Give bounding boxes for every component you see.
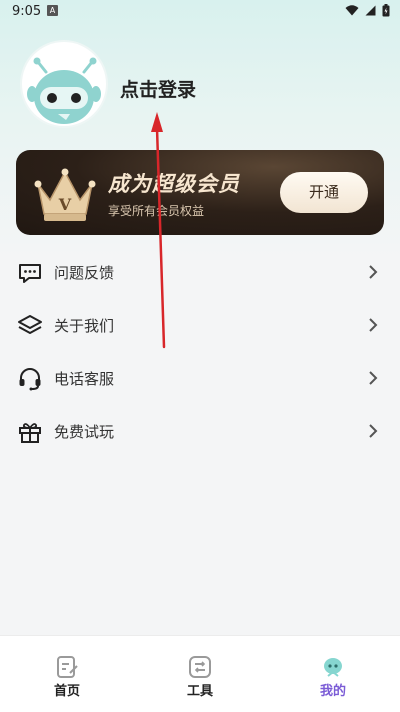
nav-tab-mine[interactable]: 我的 [266, 636, 400, 712]
menu-label-about: 关于我们 [54, 317, 115, 335]
robot-avatar-icon [27, 57, 101, 124]
vip-subtitle: 享受所有会员权益 [108, 204, 205, 218]
status-icons [345, 4, 390, 17]
feedback-icon [19, 264, 41, 283]
chevron-right-icon [369, 424, 378, 438]
home-doc-icon [57, 656, 78, 678]
chevron-right-icon [369, 265, 378, 279]
gift-icon [19, 423, 41, 443]
status-bar: 9:05 A [0, 0, 400, 22]
settings-menu: 问题反馈 关于我们 电话客服 免费试玩 [0, 246, 400, 458]
wifi-icon [345, 5, 359, 16]
chevron-right-icon [369, 371, 378, 385]
vip-banner[interactable]: V 成为超级会员 享受所有会员权益 开通 [16, 150, 384, 235]
vip-title: 成为超级会员 [108, 172, 240, 196]
nav-label-mine: 我的 [319, 684, 346, 699]
avatar[interactable] [22, 42, 106, 126]
menu-item-feedback[interactable]: 问题反馈 [0, 246, 400, 299]
notification-badge: A [47, 5, 58, 16]
menu-item-free-trial[interactable]: 免费试玩 [0, 405, 400, 458]
chevron-right-icon [369, 318, 378, 332]
menu-item-about[interactable]: 关于我们 [0, 299, 400, 352]
mine-icon [324, 658, 342, 677]
status-time: 9:05 [12, 4, 42, 19]
bottom-navigation: 首页 工具 我的 [0, 635, 400, 712]
login-prompt[interactable]: 点击登录 [120, 75, 196, 102]
battery-icon [382, 4, 390, 17]
menu-item-customer-service[interactable]: 电话客服 [0, 352, 400, 405]
nav-label-tools: 工具 [186, 684, 213, 699]
headset-icon [19, 368, 41, 391]
crown-icon: V [34, 168, 96, 221]
nav-label-home: 首页 [53, 684, 80, 699]
layers-icon [18, 315, 42, 334]
nav-tab-home[interactable]: 首页 [0, 636, 134, 712]
activate-vip-button[interactable]: 开通 [280, 172, 368, 213]
nav-tab-tools[interactable]: 工具 [133, 636, 267, 712]
signal-icon [365, 5, 376, 16]
crown-letter: V [58, 195, 72, 214]
tools-icon [189, 656, 211, 678]
menu-label-free-trial: 免费试玩 [54, 423, 115, 441]
menu-label-feedback: 问题反馈 [54, 264, 115, 282]
menu-label-customer-service: 电话客服 [54, 370, 115, 388]
